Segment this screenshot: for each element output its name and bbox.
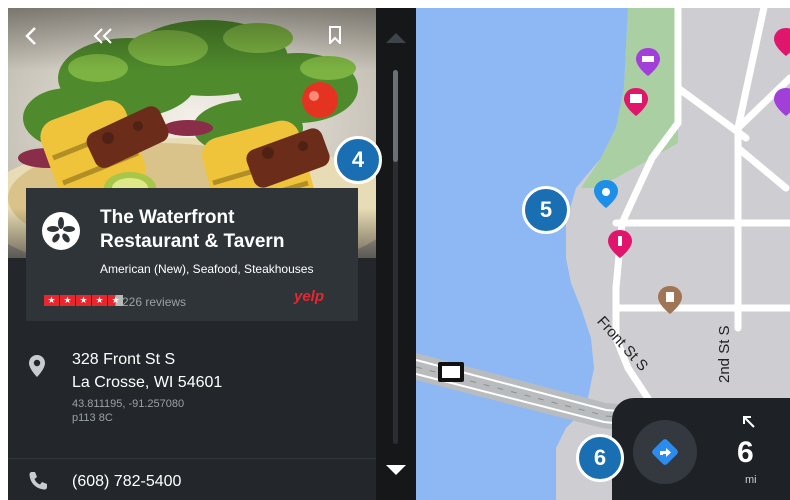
- star-icon: ★: [44, 295, 59, 306]
- street-label-2nd-st: 2nd St S: [716, 325, 733, 383]
- business-name: The Waterfront Restaurant & Tavern: [100, 206, 350, 254]
- star-icon: ★: [92, 295, 107, 306]
- phone-number: (608) 782-5400: [72, 473, 182, 490]
- business-categories: American (New), Seafood, Steakhouses: [100, 262, 314, 276]
- review-count: 226 reviews: [122, 295, 187, 309]
- place-details-panel: The Waterfront Restaurant & Tavern Ameri…: [8, 8, 376, 500]
- scroll-up-button[interactable]: [385, 32, 407, 44]
- double-chevron-left-icon: [93, 28, 112, 44]
- yelp-brand-logo: yelp: [294, 288, 325, 305]
- star-rating: ★ ★ ★ ★ ★: [44, 295, 123, 306]
- distance-unit: mi: [745, 474, 757, 486]
- callout-badge-5: 5: [522, 186, 570, 234]
- address-coordinates: 43.811195, -91.257080: [72, 398, 185, 410]
- navigate-button[interactable]: [633, 420, 697, 484]
- bookmark-button[interactable]: [328, 26, 358, 56]
- star-icon: ★: [76, 295, 91, 306]
- bookmark-icon: [329, 26, 341, 44]
- address-street: 328 Front St S: [72, 351, 176, 368]
- address-city: La Crosse, WI 54601: [72, 374, 223, 391]
- business-name-line1: The Waterfront: [100, 207, 235, 228]
- star-icon: ★: [60, 295, 75, 306]
- scrollbar-thumb[interactable]: [393, 70, 398, 162]
- scroll-down-button[interactable]: [385, 464, 407, 476]
- address-map-code: p113 8C: [72, 412, 113, 424]
- distance-value: 6: [737, 436, 754, 469]
- chevron-left-icon: [25, 27, 36, 45]
- address-row[interactable]: 328 Front St S La Crosse, WI 54601 43.81…: [8, 338, 376, 438]
- phone-icon: [29, 472, 47, 490]
- phone-row[interactable]: (608) 782-5400: [8, 458, 376, 500]
- yelp-logo-icon: [42, 212, 80, 250]
- back-button[interactable]: [24, 26, 54, 56]
- app-screen: The Waterfront Restaurant & Tavern Ameri…: [0, 0, 790, 500]
- scroll-column: [376, 8, 416, 500]
- location-pin-icon: [29, 355, 45, 377]
- business-name-line2: Restaurant & Tavern: [100, 231, 285, 252]
- turn-arrow-icon: [743, 416, 755, 428]
- collapse-panel-button[interactable]: [92, 26, 122, 56]
- half-star-icon: ★: [108, 295, 123, 306]
- business-info-card[interactable]: The Waterfront Restaurant & Tavern Ameri…: [26, 188, 358, 321]
- callout-badge-6: 6: [576, 434, 624, 482]
- callout-badge-4: 4: [334, 136, 382, 184]
- navigate-diamond-icon: [652, 439, 678, 465]
